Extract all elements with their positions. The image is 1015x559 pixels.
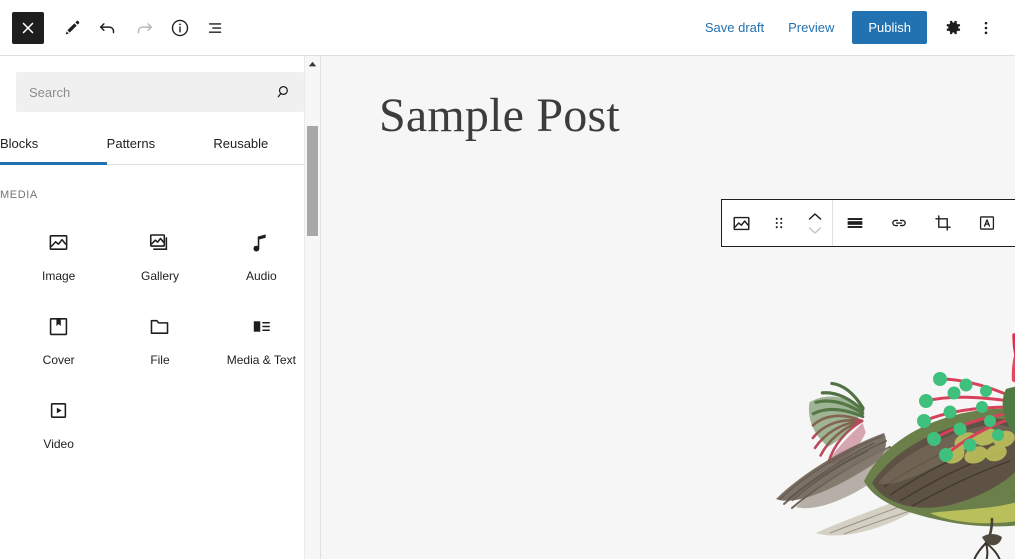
cover-icon — [46, 309, 71, 343]
inserter-scrollbar[interactable] — [304, 56, 320, 559]
media-text-icon — [249, 309, 274, 343]
redo-icon — [133, 17, 155, 39]
file-icon — [147, 309, 172, 343]
page-title[interactable]: Sample Post — [321, 56, 1015, 143]
block-item-gallery[interactable]: Gallery — [109, 211, 210, 295]
undo-icon — [97, 17, 119, 39]
block-item-label: Gallery — [141, 269, 179, 283]
gallery-icon — [147, 225, 172, 259]
inserter-scroll-region: MEDIA Image — [0, 165, 320, 559]
edit-mode-button[interactable] — [54, 10, 90, 46]
block-type-button[interactable] — [722, 200, 760, 246]
search-input[interactable] — [17, 85, 275, 100]
save-draft-button[interactable]: Save draft — [693, 14, 776, 41]
list-view-icon — [205, 17, 227, 39]
duotone-filter-button[interactable] — [1009, 200, 1015, 246]
block-item-media-text[interactable]: Media & Text — [211, 295, 312, 379]
block-item-cover[interactable]: Cover — [8, 295, 109, 379]
image-wrapper[interactable] — [754, 261, 1015, 559]
video-icon — [46, 393, 71, 427]
dots-vertical-icon — [976, 18, 996, 38]
editor-body: Blocks Patterns Reusable MEDIA — [0, 56, 1015, 559]
tab-blocks-label: Blocks — [0, 136, 107, 151]
chevron-up-icon[interactable] — [806, 211, 824, 223]
gear-icon — [942, 17, 963, 38]
text-over-image-icon — [976, 212, 998, 234]
block-item-video[interactable]: Video — [8, 379, 109, 463]
list-view-button[interactable] — [198, 10, 234, 46]
audio-icon — [249, 225, 274, 259]
details-button[interactable] — [162, 10, 198, 46]
toolbar-group-format — [832, 200, 1015, 246]
insert-link-button[interactable] — [877, 200, 921, 246]
tab-patterns[interactable]: Patterns — [107, 122, 214, 164]
block-item-label: Image — [42, 269, 75, 283]
block-item-label: Video — [43, 437, 73, 451]
block-grid: Image Gallery — [0, 211, 320, 463]
chevron-down-icon[interactable] — [806, 224, 824, 236]
block-item-file[interactable]: File — [109, 295, 210, 379]
editor-header: Save draft Preview Publish — [0, 0, 1015, 56]
inserter-search-area — [0, 56, 320, 122]
block-inserter-panel: Blocks Patterns Reusable MEDIA — [0, 56, 321, 559]
redo-button[interactable] — [126, 10, 162, 46]
block-item-label: Media & Text — [227, 353, 296, 367]
close-editor-button[interactable] — [12, 12, 44, 44]
preview-button[interactable]: Preview — [776, 14, 846, 41]
block-mover[interactable] — [798, 211, 832, 236]
editor-canvas[interactable]: Sample Post — [321, 56, 1015, 559]
close-icon — [19, 19, 37, 37]
scrollbar-thumb[interactable] — [307, 126, 318, 236]
crop-button[interactable] — [921, 200, 965, 246]
more-options-button[interactable] — [969, 11, 1003, 45]
image-icon — [730, 212, 753, 235]
block-editor-window: Save draft Preview Publish — [0, 0, 1015, 559]
block-item-label: Audio — [246, 269, 277, 283]
drag-handle-button[interactable] — [760, 200, 798, 246]
block-item-label: Cover — [43, 353, 75, 367]
search-box[interactable] — [16, 72, 304, 112]
info-icon — [169, 17, 191, 39]
block-item-audio[interactable]: Audio — [211, 211, 312, 295]
tab-patterns-label: Patterns — [107, 136, 214, 151]
image-block[interactable]: Add caption — [721, 261, 1015, 559]
align-full-width-icon — [844, 212, 866, 234]
settings-button[interactable] — [935, 11, 969, 45]
block-category-label: MEDIA — [0, 165, 320, 211]
pencil-icon — [61, 17, 83, 39]
hummingbird-illustration-image[interactable] — [754, 261, 1015, 559]
hummingbird-svg — [754, 261, 1015, 559]
scroll-up-arrow-icon[interactable] — [307, 56, 318, 70]
tab-blocks[interactable]: Blocks — [0, 122, 107, 164]
header-left-tools — [0, 10, 234, 46]
block-item-image[interactable]: Image — [8, 211, 109, 295]
link-icon — [888, 212, 910, 234]
toolbar-group-block — [722, 200, 832, 246]
block-item-label: File — [150, 353, 169, 367]
search-icon — [275, 83, 303, 101]
publish-button[interactable]: Publish — [852, 11, 927, 44]
undo-button[interactable] — [90, 10, 126, 46]
inserter-tabs: Blocks Patterns Reusable — [0, 122, 320, 165]
crop-icon — [932, 212, 954, 234]
align-button[interactable] — [833, 200, 877, 246]
text-over-image-button[interactable] — [965, 200, 1009, 246]
drag-handle-icon — [769, 213, 789, 233]
block-toolbar: Replace — [721, 199, 1015, 247]
image-icon — [46, 225, 71, 259]
header-right-actions: Save draft Preview Publish — [693, 11, 1003, 45]
